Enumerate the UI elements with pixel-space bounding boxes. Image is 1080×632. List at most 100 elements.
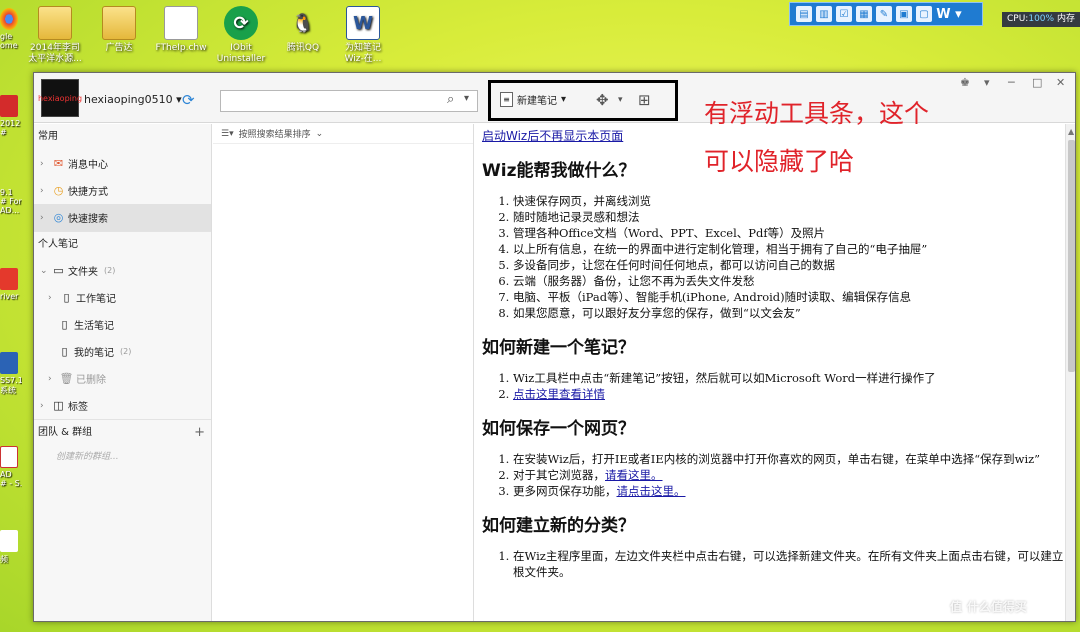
details-link[interactable]: 点击这里查看详情: [513, 387, 605, 401]
desktop-icon-label: river: [0, 292, 19, 301]
desktop-icon-chrome[interactable]: gle ome: [0, 8, 22, 50]
watermark: 值 什么值得买: [950, 598, 1027, 615]
checklist-icon[interactable]: ☑: [836, 6, 852, 22]
create-group-link[interactable]: 创建新的群组...: [34, 445, 211, 469]
desktop-icon-label: 为知笔记 Wiz-在...: [344, 43, 382, 64]
sidebar-item-shortcuts[interactable]: › ◷ 快捷方式: [34, 177, 211, 204]
sidebar-item-my-notes[interactable]: ▯ 我的笔记 (2): [34, 338, 211, 365]
chevron-right-icon[interactable]: ›: [48, 374, 57, 384]
list-item: 随时随地记录灵感和想法: [513, 209, 1065, 225]
new-note-button[interactable]: ≡ 新建笔记 ▾: [500, 92, 566, 107]
sidebar: 常用 › ✉ 消息中心 › ◷ 快捷方式 › ◎ 快速搜索 个人笔记 ⌄ ▭ 文…: [34, 124, 212, 621]
chevron-down-icon[interactable]: ▾: [561, 94, 566, 105]
view-grid-icon[interactable]: ⊞: [638, 91, 651, 109]
list-item: 如果您愿意，可以跟好友分享您的保存，做到“以文会友”: [513, 305, 1065, 321]
desktop-icon-autocad-2010[interactable]: AD # - S...: [0, 446, 22, 488]
chevron-down-icon[interactable]: ▾: [464, 93, 469, 104]
close-icon[interactable]: ✕: [1056, 76, 1065, 89]
desktop-icon-app-91[interactable]: 9.1 # For AD...: [0, 188, 22, 215]
list-item: 电脑、平板（iPad等）、智能手机(iPhone, Android)随时读取、编…: [513, 289, 1065, 305]
scroll-up-icon[interactable]: ▲: [1068, 127, 1074, 136]
sidebar-item-quick-search[interactable]: › ◎ 快速搜索: [34, 204, 211, 231]
desktop-icon-wiz-doc[interactable]: W 为知笔记 Wiz-在...: [328, 6, 398, 65]
clip-selection-icon[interactable]: ▥: [816, 6, 832, 22]
desktop-icon-folder-ads[interactable]: 广告达: [84, 6, 154, 54]
sidebar-item-tags[interactable]: › ◫ 标签: [34, 392, 211, 419]
folder-icon: [38, 6, 72, 40]
desktop-icon-label: 9.1 # For AD...: [0, 188, 22, 215]
desktop-icon-autocad-2012[interactable]: 2012 #: [0, 95, 22, 137]
folder-icon: ▭: [53, 264, 64, 277]
sidebar-item-label: 快捷方式: [68, 187, 108, 198]
new-note-icon: ≡: [500, 92, 513, 107]
annotation-line-1: 有浮动工具条，这个: [704, 99, 930, 128]
sidebar-item-life-notes[interactable]: ▯ 生活笔记: [34, 311, 211, 338]
message-center-icon: ✉: [53, 157, 64, 170]
new-note-icon[interactable]: ✎: [876, 6, 892, 22]
note-count: (2): [120, 347, 132, 356]
folder-icon: ▯: [61, 318, 68, 331]
skin-icon[interactable]: ♚: [960, 76, 970, 89]
avatar[interactable]: hexiaoping: [38, 79, 82, 117]
sidebar-item-work-notes[interactable]: › ▯ 工作笔记: [34, 284, 211, 311]
wiz-logo-menu[interactable]: W ▾: [936, 6, 962, 22]
add-group-icon[interactable]: +: [194, 420, 205, 445]
sort-label: 按照搜索结果排序: [238, 130, 311, 140]
cpu-value: 100%: [1028, 14, 1055, 24]
desktop-icon-label: 2012 #: [0, 119, 21, 137]
chevron-right-icon[interactable]: ›: [40, 159, 49, 169]
desktop-icon-video[interactable]: 频: [0, 530, 22, 565]
search-icon[interactable]: ⌕: [447, 92, 454, 107]
sort-selector[interactable]: ☰▾ 按照搜索结果排序 ⌄: [213, 124, 473, 144]
sidebar-item-label: 文件夹: [68, 267, 98, 278]
chevron-down-icon[interactable]: ▾: [618, 95, 623, 105]
chevron-right-icon[interactable]: ›: [40, 186, 49, 196]
sidebar-item-deleted[interactable]: › 🗑 已删除: [34, 365, 211, 392]
sidebar-item-label: 生活笔记: [74, 321, 114, 332]
system-icon: [0, 352, 18, 374]
folder-icon: ▯: [63, 291, 70, 304]
clip-page-icon[interactable]: ▤: [796, 6, 812, 22]
chevron-right-icon[interactable]: ›: [40, 401, 49, 411]
sidebar-item-label: 工作笔记: [76, 294, 116, 305]
desktop-icon-folder-2014[interactable]: 2014年李司 太平洋水源...: [20, 6, 90, 65]
annotation-text: 有浮动工具条，这个 可以隐藏了哈: [704, 90, 984, 186]
chrome-icon: [0, 8, 18, 30]
search-input[interactable]: [220, 90, 478, 112]
desktop-icon-iobit[interactable]: ⟳ IObit Uninstaller: [206, 6, 276, 65]
quick-search-icon: ◎: [53, 211, 64, 224]
section-personal: 个人笔记: [34, 231, 211, 257]
section-team: 团队 & 群组 +: [34, 419, 211, 445]
section-heading: 如何保存一个网页？: [482, 419, 635, 439]
more-features-link[interactable]: 请点击这里。: [617, 484, 686, 498]
maximize-icon[interactable]: □: [1032, 76, 1042, 89]
desktop-icon-label: gle ome: [0, 32, 18, 50]
new-category-steps: 在Wiz主程序里面，左边文件夹栏中点击右键，可以选择新建文件夹。在所有文件夹上面…: [513, 548, 1065, 580]
other-browsers-link[interactable]: 请看这里。: [605, 468, 663, 482]
screenshot-icon[interactable]: ▣: [896, 6, 912, 22]
minimize-icon[interactable]: ─: [1008, 76, 1015, 89]
word-icon: W: [346, 6, 380, 40]
desktop-icon-ss71[interactable]: SS7.1 系统: [0, 352, 22, 396]
content-scrollbar[interactable]: ▲: [1065, 124, 1075, 621]
account-menu[interactable]: hexiaoping0510 ▾: [84, 93, 182, 106]
chevron-down-icon[interactable]: ⌄: [40, 266, 49, 276]
sidebar-item-label: 已删除: [76, 375, 106, 386]
scrollbar-thumb[interactable]: [1068, 140, 1075, 372]
view-mode-icon[interactable]: ☰▾: [221, 129, 234, 139]
driver-icon: [0, 268, 18, 290]
chevron-right-icon[interactable]: ›: [48, 293, 57, 303]
desktop-icon-driver[interactable]: river: [0, 268, 22, 301]
menu-icon[interactable]: ▾: [984, 76, 990, 89]
chevron-down-icon[interactable]: ⌄: [316, 129, 324, 139]
chevron-right-icon[interactable]: ›: [40, 213, 49, 223]
desktop-icon-label: SS7.1 系统: [0, 376, 22, 395]
folder-icon[interactable]: ▢: [916, 6, 932, 22]
list-item: 快速保存网页，并离线浏览: [513, 193, 1065, 209]
new-note-steps: Wiz工具栏中点击“新建笔记”按钮，然后就可以如Microsoft Word一样…: [513, 370, 1065, 402]
sync-icon[interactable]: ⟳: [182, 91, 195, 109]
calendar-icon[interactable]: ▦: [856, 6, 872, 22]
move-icon[interactable]: ✥: [596, 91, 609, 109]
sidebar-item-folders[interactable]: ⌄ ▭ 文件夹 (2): [34, 257, 211, 284]
sidebar-item-messages[interactable]: › ✉ 消息中心: [34, 150, 211, 177]
